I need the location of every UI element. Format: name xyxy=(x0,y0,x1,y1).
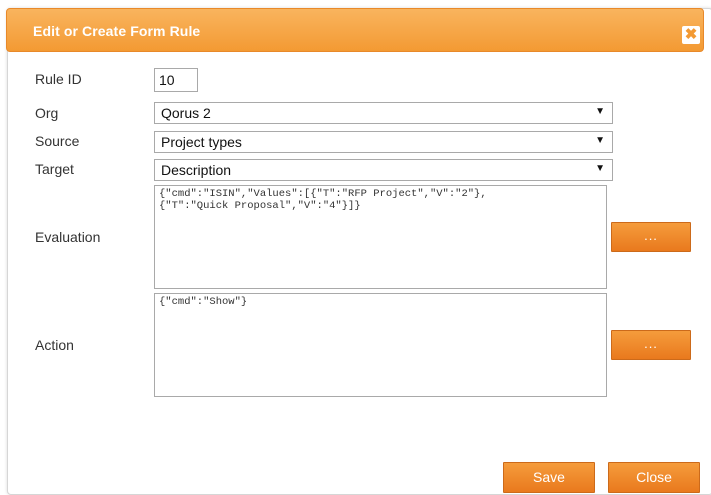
org-select[interactable]: Qorus 2 ▼ xyxy=(154,102,613,124)
action-textarea[interactable]: {"cmd":"Show"} xyxy=(154,293,607,397)
source-selected-value: Project types xyxy=(161,134,242,150)
target-label: Target xyxy=(35,161,74,177)
chevron-down-icon: ▼ xyxy=(595,163,605,174)
evaluation-label: Evaluation xyxy=(35,229,101,245)
action-label: Action xyxy=(35,337,74,353)
org-label: Org xyxy=(35,105,59,121)
dialog-title: Edit or Create Form Rule xyxy=(33,23,201,39)
source-select[interactable]: Project types ▼ xyxy=(154,131,613,153)
evaluation-edit-button[interactable]: ... xyxy=(611,222,691,252)
evaluation-textarea[interactable]: {"cmd":"ISIN","Values":[{"T":"RFP Projec… xyxy=(154,185,607,289)
rule-id-input[interactable]: 10 xyxy=(154,68,198,92)
close-icon[interactable]: ✖ xyxy=(682,26,700,44)
close-button[interactable]: Close xyxy=(608,462,700,493)
org-selected-value: Qorus 2 xyxy=(161,105,211,121)
target-select[interactable]: Description ▼ xyxy=(154,159,613,181)
source-label: Source xyxy=(35,133,80,149)
chevron-down-icon: ▼ xyxy=(595,106,605,117)
action-edit-button[interactable]: ... xyxy=(611,330,691,360)
save-button[interactable]: Save xyxy=(503,462,595,493)
chevron-down-icon: ▼ xyxy=(595,135,605,146)
rule-id-label: Rule ID xyxy=(35,71,82,87)
dialog-titlebar: Edit or Create Form Rule ✖ xyxy=(6,8,704,52)
target-selected-value: Description xyxy=(161,162,232,178)
